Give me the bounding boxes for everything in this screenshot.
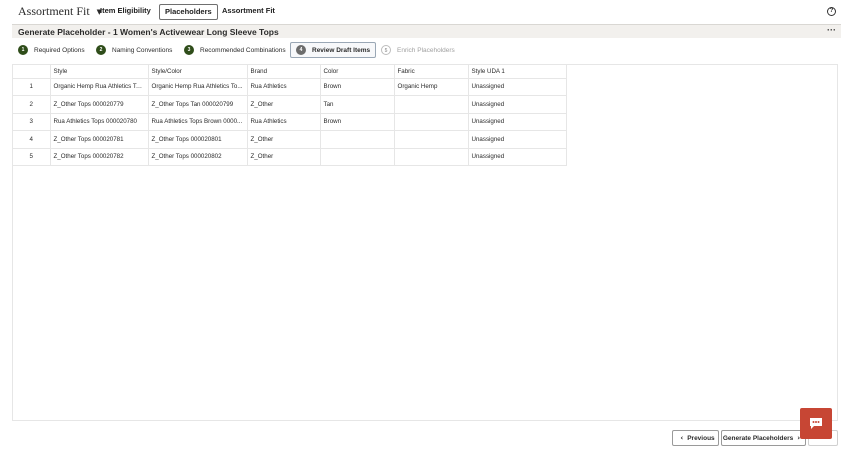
step-label: Naming Conventions [112, 46, 173, 54]
step-number: 4 [296, 45, 306, 55]
row-number-cell: 3 [13, 113, 51, 131]
column-header-brand[interactable]: Brand [247, 65, 321, 79]
color-cell[interactable] [320, 130, 395, 149]
step-train: 1 Required Options 2 Naming Conventions … [0, 42, 849, 58]
style-color-cell[interactable]: Z_Other Tops 000020802 [148, 148, 248, 166]
style-uda-cell[interactable]: Unassigned [468, 113, 567, 131]
top-navigation: Assortment Fit ▼ Item Eligibility Placeh… [0, 0, 849, 24]
style-color-cell[interactable]: Rua Athletics Tops Brown 0000... [148, 113, 248, 131]
page-title: Generate Placeholder - 1 Women's Activew… [18, 26, 279, 37]
previous-button[interactable]: ‹ Previous [672, 430, 719, 446]
style-color-cell[interactable]: Z_Other Tops 000020801 [148, 130, 248, 149]
brand-cell[interactable]: Z_Other [247, 130, 321, 149]
style-uda-cell[interactable]: Unassigned [468, 78, 567, 96]
color-cell[interactable]: Brown [320, 78, 395, 96]
style-color-cell[interactable]: Z_Other Tops Tan 000020799 [148, 95, 248, 114]
color-cell[interactable]: Tan [320, 95, 395, 114]
chevron-left-icon: ‹ [680, 434, 684, 442]
page-header: Generate Placeholder - 1 Women's Activew… [12, 24, 841, 38]
row-number-cell: 2 [13, 95, 51, 114]
help-icon[interactable]: ? [827, 7, 836, 16]
style-cell[interactable]: Z_Other Tops 000020782 [50, 148, 149, 166]
step-number: 3 [184, 45, 194, 55]
previous-button-label: Previous [687, 434, 715, 442]
color-cell[interactable]: Brown [320, 113, 395, 131]
table-row[interactable]: 1 Organic Hemp Rua Athletics To... Organ… [13, 78, 567, 96]
column-header-row-number[interactable] [13, 65, 51, 79]
style-cell[interactable]: Organic Hemp Rua Athletics To... [50, 78, 149, 96]
table-row[interactable]: 5 Z_Other Tops 000020782 Z_Other Tops 00… [13, 148, 567, 166]
step-label: Review Draft Items [312, 46, 371, 54]
generate-placeholders-button[interactable]: Generate Placeholders › [721, 430, 806, 446]
nav-placeholders[interactable]: Placeholders [159, 4, 218, 20]
brand-cell[interactable]: Rua Athletics [247, 113, 321, 131]
fabric-cell[interactable] [394, 130, 469, 149]
chat-launcher-button[interactable] [800, 408, 832, 439]
color-cell[interactable] [320, 148, 395, 166]
step-naming-conventions[interactable]: 2 Naming Conventions [96, 42, 172, 58]
column-header-style[interactable]: Style [50, 65, 149, 79]
fabric-cell[interactable]: Organic Hemp [394, 78, 469, 96]
draft-items-table: Style Style/Color Brand Color Fabric Sty… [13, 65, 567, 166]
style-cell[interactable]: Z_Other Tops 000020779 [50, 95, 149, 114]
step-number: 5 [381, 45, 391, 55]
brand-cell[interactable]: Rua Athletics [247, 78, 321, 96]
row-number-cell: 5 [13, 148, 51, 166]
column-header-fabric[interactable]: Fabric [394, 65, 469, 79]
generate-button-label: Generate Placeholders [722, 434, 794, 442]
column-header-style-uda-1[interactable]: Style UDA 1 [468, 65, 567, 79]
table-row[interactable]: 3 Rua Athletics Tops 000020780 Rua Athle… [13, 113, 567, 131]
nav-item-eligibility[interactable]: Item Eligibility [95, 4, 156, 20]
row-number-cell: 4 [13, 130, 51, 149]
table-row[interactable]: 4 Z_Other Tops 000020781 Z_Other Tops 00… [13, 130, 567, 149]
brand-cell[interactable]: Z_Other [247, 95, 321, 114]
step-number: 1 [18, 45, 28, 55]
step-review-draft-items[interactable]: 4 Review Draft Items [290, 42, 377, 58]
chat-bubble-icon [810, 418, 822, 429]
row-number-cell: 1 [13, 78, 51, 96]
app-title: Assortment Fit [18, 4, 90, 18]
more-options-icon[interactable]: ··· [827, 25, 836, 35]
step-enrich-placeholders: 5 Enrich Placeholders [381, 42, 455, 58]
style-cell[interactable]: Rua Athletics Tops 000020780 [50, 113, 149, 131]
fabric-cell[interactable] [394, 95, 469, 114]
style-uda-cell[interactable]: Unassigned [468, 95, 567, 114]
fabric-cell[interactable] [394, 113, 469, 131]
step-label: Enrich Placeholders [397, 46, 455, 54]
style-cell[interactable]: Z_Other Tops 000020781 [50, 130, 149, 149]
nav-assortment-fit[interactable]: Assortment Fit [217, 4, 280, 20]
style-uda-cell[interactable]: Unassigned [468, 148, 567, 166]
step-label: Recommended Combinations [200, 46, 286, 54]
brand-cell[interactable]: Z_Other [247, 148, 321, 166]
style-uda-cell[interactable]: Unassigned [468, 130, 567, 149]
table-row[interactable]: 2 Z_Other Tops 000020779 Z_Other Tops Ta… [13, 95, 567, 114]
app-menu[interactable]: Assortment Fit ▼ [18, 4, 102, 19]
column-header-color[interactable]: Color [320, 65, 395, 79]
step-number: 2 [96, 45, 106, 55]
fabric-cell[interactable] [394, 148, 469, 166]
column-header-style-color[interactable]: Style/Color [148, 65, 248, 79]
step-label: Required Options [34, 46, 85, 54]
style-color-cell[interactable]: Organic Hemp Rua Athletics To... [148, 78, 248, 96]
step-recommended-combinations[interactable]: 3 Recommended Combinations [184, 42, 286, 58]
step-required-options[interactable]: 1 Required Options [18, 42, 85, 58]
draft-items-panel: Style Style/Color Brand Color Fabric Sty… [12, 64, 838, 421]
table-header-row: Style Style/Color Brand Color Fabric Sty… [13, 65, 567, 79]
